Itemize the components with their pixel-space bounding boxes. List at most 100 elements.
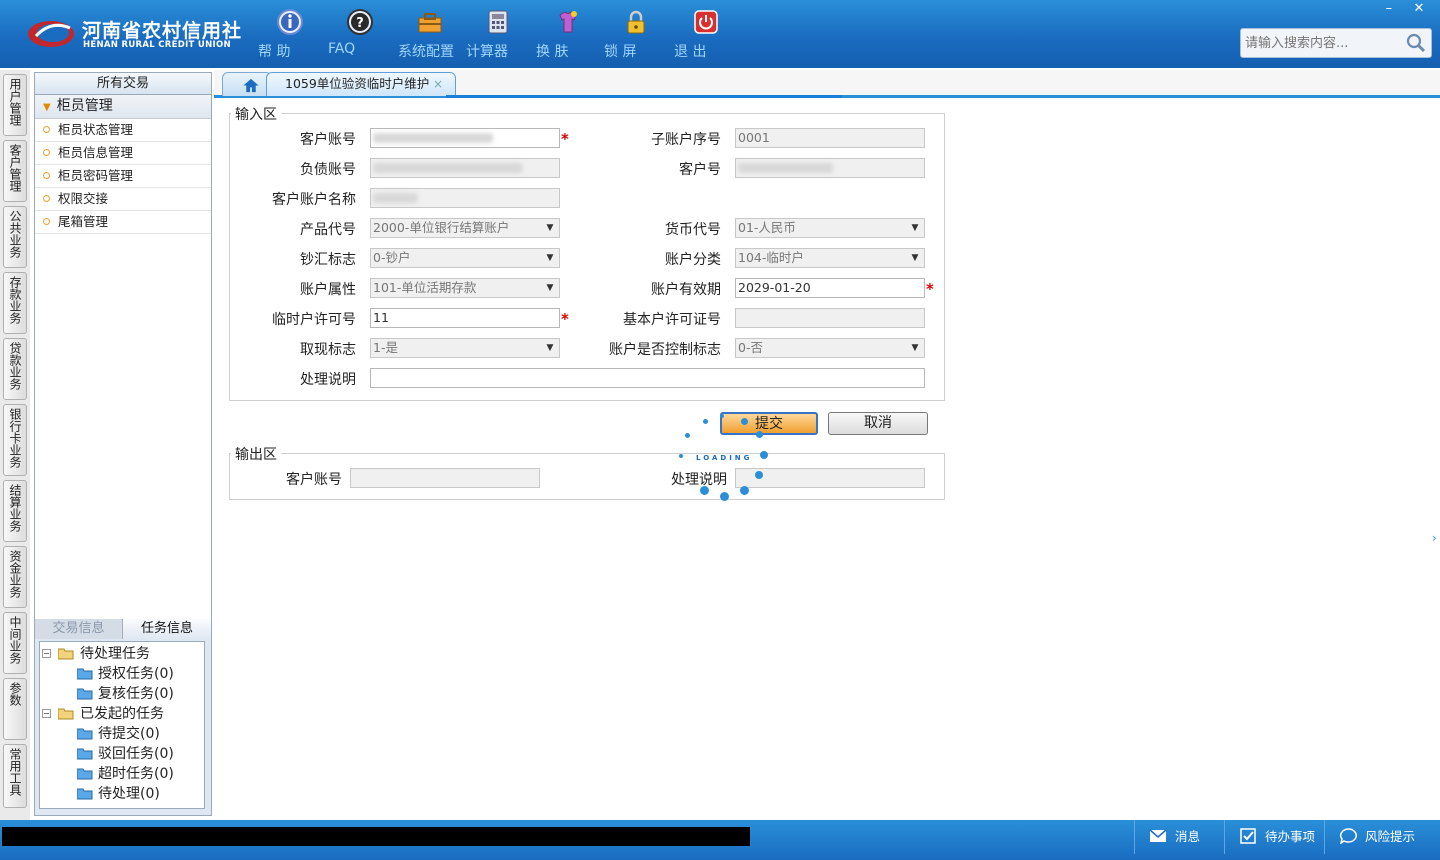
tab-temp-account-maintenance[interactable]: 1059单位验资临时户维护 × bbox=[266, 72, 456, 96]
tree-node-review-tasks[interactable]: 复核任务(0) bbox=[40, 684, 204, 704]
logo-subtitle: HENAN RURAL CREDIT UNION bbox=[83, 40, 231, 50]
product-code-select[interactable]: 2000-单位银行结算账户 ▼ bbox=[370, 218, 560, 238]
withdraw-flag-select[interactable]: 1-是 ▼ bbox=[370, 338, 560, 358]
account-attr-select[interactable]: 101-单位活期存款 ▼ bbox=[370, 278, 560, 298]
vtab-user-management[interactable]: 用户管理 bbox=[3, 74, 27, 136]
tab-transaction-info[interactable]: 交易信息 bbox=[35, 619, 123, 639]
tree-node-timeout[interactable]: 超时任务(0) bbox=[40, 764, 204, 784]
tree-node-to-process[interactable]: 待处理(0) bbox=[40, 784, 204, 804]
collapse-icon[interactable]: − bbox=[42, 649, 51, 658]
calculator-button[interactable]: 计算器 bbox=[466, 8, 530, 60]
menu-item-label: 尾箱管理 bbox=[58, 214, 109, 229]
vtab-label: 贷款业务 bbox=[8, 342, 22, 390]
menu-item-label: 柜员状态管理 bbox=[58, 122, 134, 137]
account-name-input[interactable] bbox=[370, 188, 560, 208]
spinner-dot bbox=[720, 492, 729, 501]
collapse-icon[interactable]: − bbox=[42, 709, 51, 718]
task-tree: − 待处理任务 授权任务(0) 复核任务(0) − 已发起的任务 待提交(0) bbox=[39, 641, 205, 809]
required-mark: * bbox=[926, 280, 934, 298]
skin-button[interactable]: 换 肤 bbox=[536, 8, 600, 60]
customer-account-input[interactable] bbox=[370, 128, 560, 148]
vtab-loan-business[interactable]: 贷款业务 bbox=[3, 338, 27, 400]
validity-label: 账户有效期 bbox=[651, 282, 721, 298]
customer-no-input[interactable] bbox=[735, 158, 925, 178]
vtab-label: 资金业务 bbox=[8, 550, 22, 598]
loading-spinner: LOADING bbox=[676, 412, 776, 508]
output-customer-account-input[interactable] bbox=[350, 468, 540, 488]
close-window-button[interactable]: ✕ bbox=[1406, 0, 1432, 18]
search-input[interactable] bbox=[1245, 34, 1405, 52]
vtab-public-business[interactable]: 公共业务 bbox=[3, 206, 27, 268]
menu-item-permission-handover[interactable]: 权限交接 bbox=[35, 188, 211, 211]
select-value: 01-人民币 bbox=[738, 220, 796, 235]
debt-account-input[interactable] bbox=[370, 158, 560, 178]
validity-input[interactable]: 2029-01-20 bbox=[735, 278, 925, 298]
tree-node-pending-tasks[interactable]: − 待处理任务 bbox=[40, 644, 204, 664]
menu-item-teller-password[interactable]: 柜员密码管理 bbox=[35, 165, 211, 188]
tree-node-auth-tasks[interactable]: 授权任务(0) bbox=[40, 664, 204, 684]
help-button[interactable]: 帮 助 bbox=[258, 8, 322, 60]
vtab-bank-card-business[interactable]: 银行卡业务 bbox=[3, 404, 27, 476]
dropdown-arrow-icon: ▼ bbox=[911, 253, 919, 263]
risk-alert-label: 风险提示 bbox=[1365, 829, 1416, 844]
vtab-deposit-business[interactable]: 存款业务 bbox=[3, 272, 27, 334]
tree-node-initiated-tasks[interactable]: − 已发起的任务 bbox=[40, 704, 204, 724]
dropdown-arrow-icon: ▼ bbox=[911, 343, 919, 353]
vtab-fund-business[interactable]: 资金业务 bbox=[3, 546, 27, 608]
messages-button[interactable]: 消息 bbox=[1134, 820, 1224, 854]
account-class-select[interactable]: 104-临时户 ▼ bbox=[735, 248, 925, 268]
menu-item-label: 柜员信息管理 bbox=[58, 145, 134, 160]
close-tab-icon[interactable]: × bbox=[433, 73, 443, 95]
vtab-common-tools[interactable]: 常用工具 bbox=[3, 744, 27, 808]
all-transactions-header[interactable]: 所有交易 bbox=[35, 73, 211, 95]
teller-management-group[interactable]: ▼ 柜员管理 bbox=[35, 95, 211, 119]
temp-permit-input[interactable]: 11 bbox=[370, 308, 560, 328]
tab-home[interactable] bbox=[222, 72, 272, 96]
menu-item-teller-status[interactable]: 柜员状态管理 bbox=[35, 119, 211, 142]
spinner-dot bbox=[760, 451, 768, 459]
cash-flag-select[interactable]: 0-钞户 ▼ bbox=[370, 248, 560, 268]
masked-value bbox=[373, 133, 493, 143]
folder-icon bbox=[77, 668, 93, 680]
vtab-intermediary-business[interactable]: 中间业务 bbox=[3, 612, 27, 674]
vtab-label: 银行卡业务 bbox=[8, 408, 22, 468]
menu-item-teller-info[interactable]: 柜员信息管理 bbox=[35, 142, 211, 165]
currency-select[interactable]: 01-人民币 ▼ bbox=[735, 218, 925, 238]
menu-item-tail-box[interactable]: 尾箱管理 bbox=[35, 211, 211, 234]
temp-permit-label: 临时户许可号 bbox=[272, 312, 356, 328]
exit-button[interactable]: 退 出 bbox=[674, 8, 738, 60]
account-name-label: 客户账户名称 bbox=[272, 192, 356, 208]
left-panel: 所有交易 ▼ 柜员管理 柜员状态管理 柜员信息管理 柜员密码管理 权限交接 尾箱管… bbox=[34, 72, 212, 816]
basic-permit-input[interactable] bbox=[735, 308, 925, 328]
tree-node-rejected[interactable]: 驳回任务(0) bbox=[40, 744, 204, 764]
vtab-parameters[interactable]: 参数 bbox=[3, 678, 27, 740]
cancel-button[interactable]: 取消 bbox=[828, 412, 928, 435]
main-tab-bar: 1059单位验资临时户维护 × bbox=[214, 70, 1440, 98]
sub-account-seq-input[interactable]: 0001 bbox=[735, 128, 925, 148]
tree-node-to-submit[interactable]: 待提交(0) bbox=[40, 724, 204, 744]
search-icon[interactable] bbox=[1405, 32, 1427, 54]
todo-button[interactable]: 待办事项 bbox=[1224, 820, 1324, 854]
system-config-button[interactable]: 系统配置 bbox=[398, 8, 462, 60]
lock-screen-label: 锁 屏 bbox=[604, 44, 637, 60]
spinner-dot bbox=[700, 486, 709, 495]
expand-right-icon[interactable]: › bbox=[1432, 518, 1440, 558]
skin-label: 换 肤 bbox=[536, 44, 569, 60]
control-flag-select[interactable]: 0-否 ▼ bbox=[735, 338, 925, 358]
spinner-dot bbox=[755, 471, 763, 479]
svg-text:?: ? bbox=[356, 16, 364, 31]
risk-alert-button[interactable]: 风险提示 bbox=[1324, 820, 1440, 854]
menu-item-label: 柜员密码管理 bbox=[58, 168, 134, 183]
remark-input[interactable] bbox=[370, 368, 925, 388]
tab-task-info[interactable]: 任务信息 bbox=[123, 619, 211, 639]
vtab-settlement-business[interactable]: 结算业务 bbox=[3, 480, 27, 542]
lock-screen-button[interactable]: 锁 屏 bbox=[604, 8, 668, 60]
faq-button[interactable]: ? FAQ bbox=[328, 8, 392, 60]
folder-open-icon bbox=[58, 648, 74, 660]
tree-node-label: 复核任务(0) bbox=[98, 686, 174, 702]
spinner-dot bbox=[685, 433, 690, 438]
logo-emblem-icon bbox=[28, 21, 74, 47]
faq-label: FAQ bbox=[328, 41, 356, 57]
vtab-customer-management[interactable]: 客户管理 bbox=[3, 140, 27, 202]
minimize-button[interactable]: – bbox=[1376, 0, 1402, 18]
